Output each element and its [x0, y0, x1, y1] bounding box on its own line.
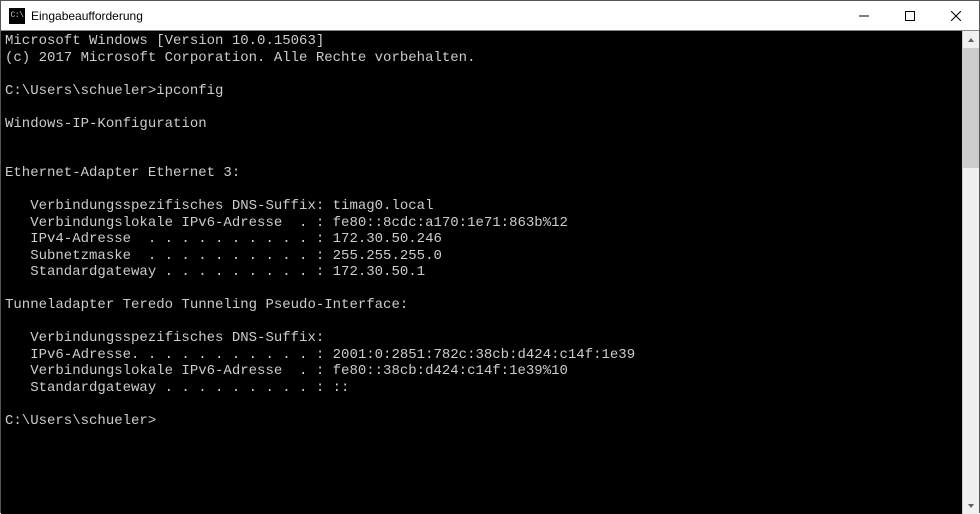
scroll-down-button[interactable] [963, 497, 979, 514]
scroll-up-button[interactable] [963, 31, 979, 48]
scrollbar-thumb[interactable] [963, 48, 979, 168]
window-title: Eingabeaufforderung [31, 9, 143, 23]
terminal-output[interactable]: Microsoft Windows [Version 10.0.15063] (… [1, 31, 962, 514]
minimize-button[interactable] [841, 1, 887, 31]
scrollbar-track[interactable] [963, 48, 979, 497]
vertical-scrollbar[interactable] [962, 31, 979, 514]
terminal-area: Microsoft Windows [Version 10.0.15063] (… [1, 31, 979, 514]
maximize-button[interactable] [887, 1, 933, 31]
close-button[interactable] [933, 1, 979, 31]
cmd-icon: C:\ [9, 8, 25, 24]
window-titlebar[interactable]: C:\ Eingabeaufforderung [1, 1, 979, 31]
